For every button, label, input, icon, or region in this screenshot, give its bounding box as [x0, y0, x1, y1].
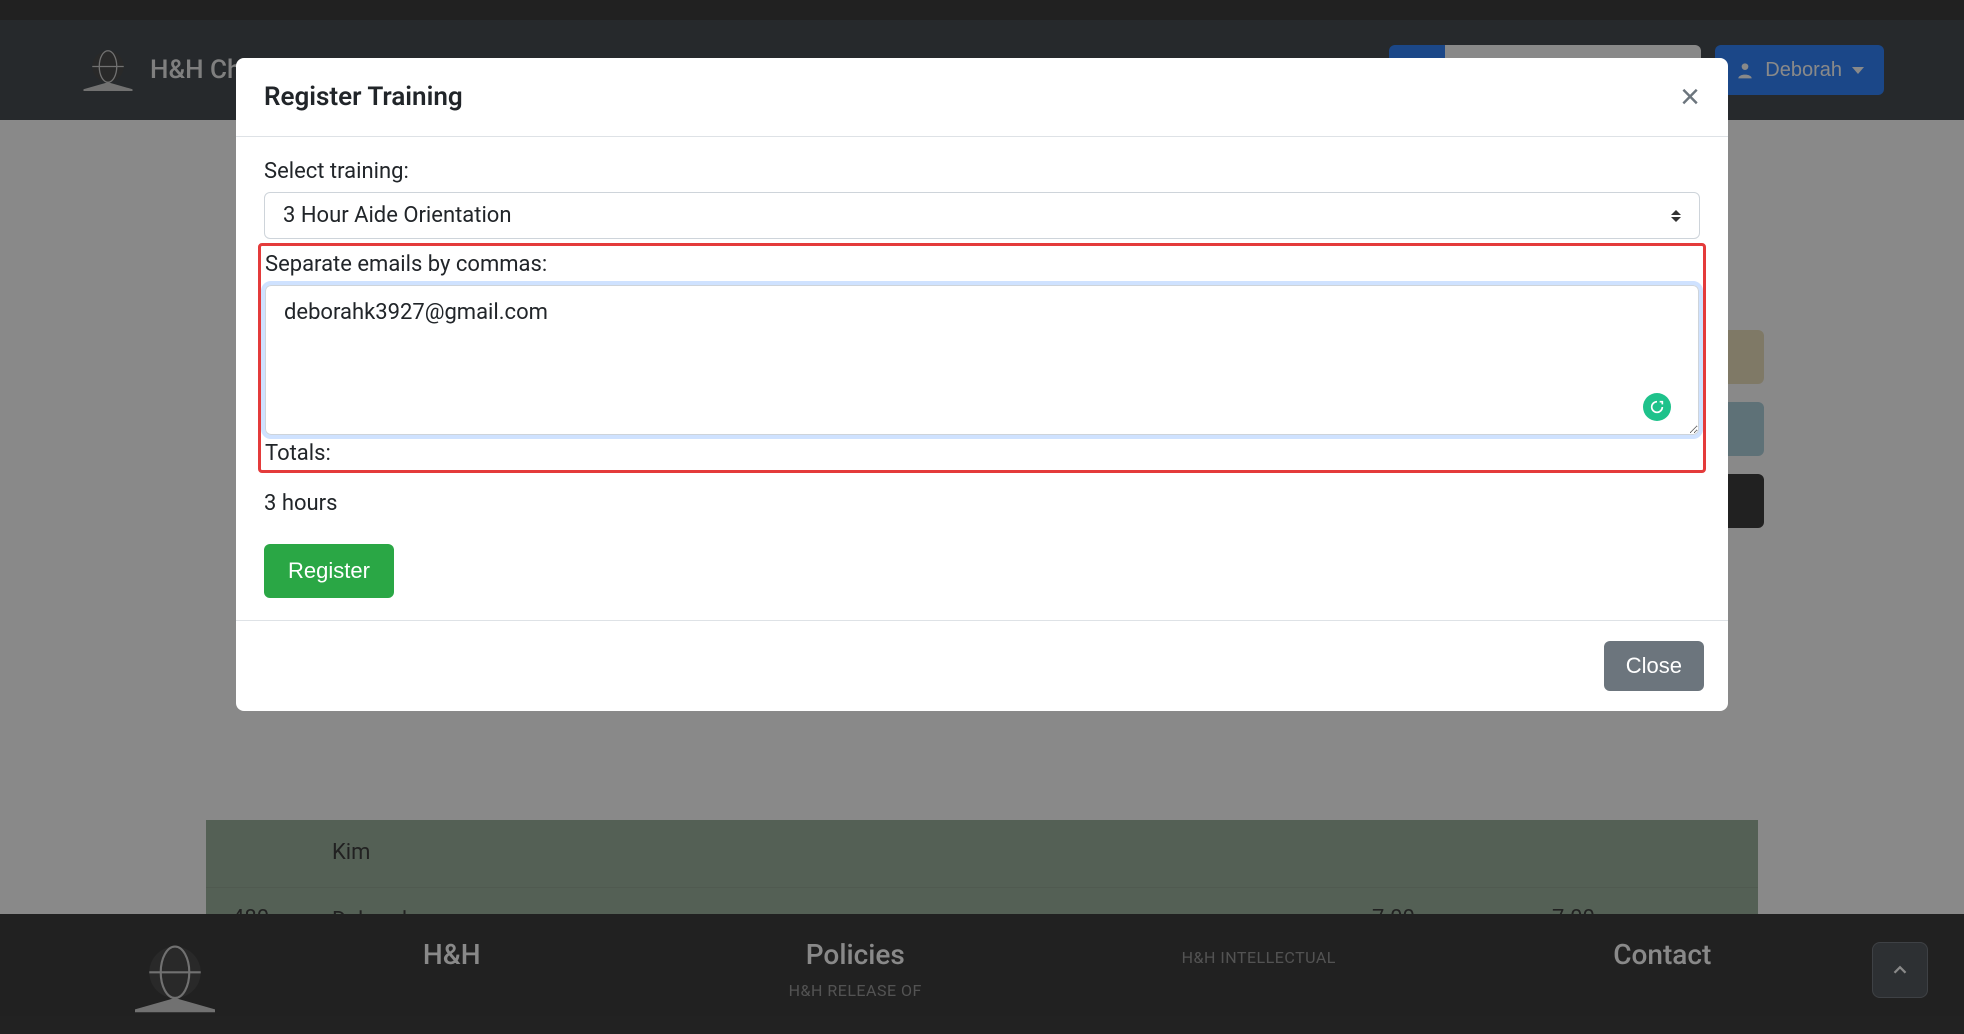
training-select-value: 3 Hour Aide Orientation — [283, 203, 512, 228]
emails-textarea[interactable] — [265, 285, 1699, 435]
modal-footer-close-button[interactable]: Close — [1604, 641, 1704, 691]
modal-title: Register Training — [264, 82, 463, 112]
close-icon: × — [1680, 78, 1700, 116]
annotation-highlight-box: Separate emails by commas: Totals: — [258, 243, 1706, 473]
totals-label: Totals: — [265, 441, 1699, 466]
select-caret-icon — [1671, 210, 1681, 222]
register-training-modal: Register Training × Select training: 3 H… — [236, 58, 1728, 711]
emails-label: Separate emails by commas: — [265, 252, 1699, 277]
register-button[interactable]: Register — [264, 544, 394, 598]
totals-value: 3 hours — [264, 491, 1700, 516]
training-select[interactable]: 3 Hour Aide Orientation — [264, 192, 1700, 239]
grammarly-icon[interactable] — [1643, 393, 1671, 421]
modal-close-button[interactable]: × — [1680, 80, 1700, 114]
select-training-label: Select training: — [264, 159, 1700, 184]
